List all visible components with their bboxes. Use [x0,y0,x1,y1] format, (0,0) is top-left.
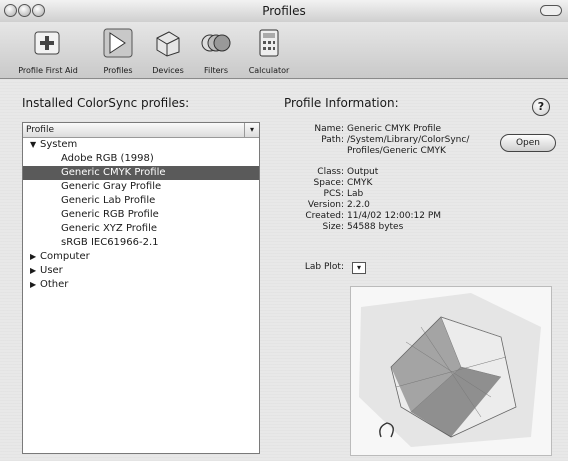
name-value: Generic CMYK Profile [347,124,442,134]
profile-row[interactable]: Generic Lab Profile [23,194,259,208]
profile-group-row[interactable]: ▶ Computer [23,250,259,264]
disclosure-closed-icon[interactable]: ▶ [30,264,40,278]
toolbar-item-label: Profiles [103,66,133,75]
profile-information-title: Profile Information: [284,96,399,110]
hand-cursor-icon [379,422,394,438]
row-label: Generic Lab Profile [61,195,156,206]
help-button[interactable]: ? [532,98,550,116]
profiles-window: Profiles Profile First Aid Profiles Devi… [0,0,568,461]
size-value: 54588 bytes [347,222,404,232]
toolbar-item-calculator[interactable]: Calculator [244,26,294,75]
created-value: 11/4/02 12:00:12 PM [347,211,442,221]
profile-rows: ▼ System Adobe RGB (1998) Generic CMYK Prof… [23,138,259,292]
disclosure-open-icon[interactable]: ▼ [30,138,40,152]
row-label: Generic XYZ Profile [61,223,158,234]
version-value: 2.2.0 [347,200,370,210]
path-value-line2: Profiles/Generic CMYK [347,146,446,156]
profile-row[interactable]: Generic XYZ Profile [23,222,259,236]
class-value: Output [347,167,379,177]
toolbar-item-devices[interactable]: Devices [146,26,190,75]
row-label: Generic RGB Profile [61,209,159,220]
disclosure-closed-icon[interactable]: ▶ [30,278,40,292]
profile-row[interactable]: Generic RGB Profile [23,208,259,222]
first-aid-icon [34,31,60,55]
toolbar-item-label: Filters [204,66,228,75]
row-label: Generic CMYK Profile [61,167,166,178]
row-label: User [40,265,63,276]
toolbar-toggle-button[interactable] [540,5,562,16]
open-button[interactable]: Open [500,134,556,152]
row-label: sRGB IEC61966-2.1 [61,237,159,248]
toolbar-item-filters[interactable]: Filters [196,26,236,75]
devices-icon [156,31,180,57]
profile-group-row[interactable]: ▶ Other [23,278,259,292]
row-label: Computer [40,251,90,262]
window-title: Profiles [262,4,306,18]
row-label: Other [40,279,69,290]
disclosure-closed-icon[interactable]: ▶ [30,250,40,264]
path-value-line1: /System/Library/ColorSync/ [347,135,470,145]
toolbar: Profile First Aid Profiles Devices Filte… [0,22,568,79]
toolbar-item-label: Calculator [248,66,290,75]
profile-row[interactable]: Generic Gray Profile [23,180,259,194]
title-bar: Profiles [0,0,568,23]
profiles-list[interactable]: Profile ▾ ▼ System Adobe RGB (1998) Generic… [22,122,260,454]
row-label: System [40,139,78,150]
toolbar-item-first-aid[interactable]: Profile First Aid [4,26,92,75]
chevron-down-icon[interactable]: ▾ [244,123,259,137]
row-label: Generic Gray Profile [61,181,162,192]
toolbar-item-profiles[interactable]: Profiles [98,26,138,75]
toolbar-item-label: Profile First Aid [18,66,78,75]
profile-group-row[interactable]: ▼ System [23,138,259,152]
profile-row[interactable]: sRGB IEC61966-2.1 [23,236,259,250]
profile-row[interactable]: Adobe RGB (1998) [23,152,259,166]
pcs-value: Lab [347,189,364,199]
profile-column-header[interactable]: Profile ▾ [23,123,259,138]
row-label: Adobe RGB (1998) [61,153,154,164]
profiles-icon [103,28,133,58]
space-value: CMYK [347,178,373,188]
lab-plot-view[interactable] [350,286,552,456]
installed-profiles-label: Installed ColorSync profiles: [22,96,190,110]
calculator-icon [259,29,279,57]
filters-icon [201,34,231,52]
column-header-label: Profile [26,125,54,135]
lab-plot-popup[interactable]: ▾ [352,262,366,274]
profile-group-row[interactable]: ▶ User [23,264,259,278]
toolbar-item-label: Devices [152,66,184,75]
profile-row[interactable]: Generic CMYK Profile [23,166,259,180]
